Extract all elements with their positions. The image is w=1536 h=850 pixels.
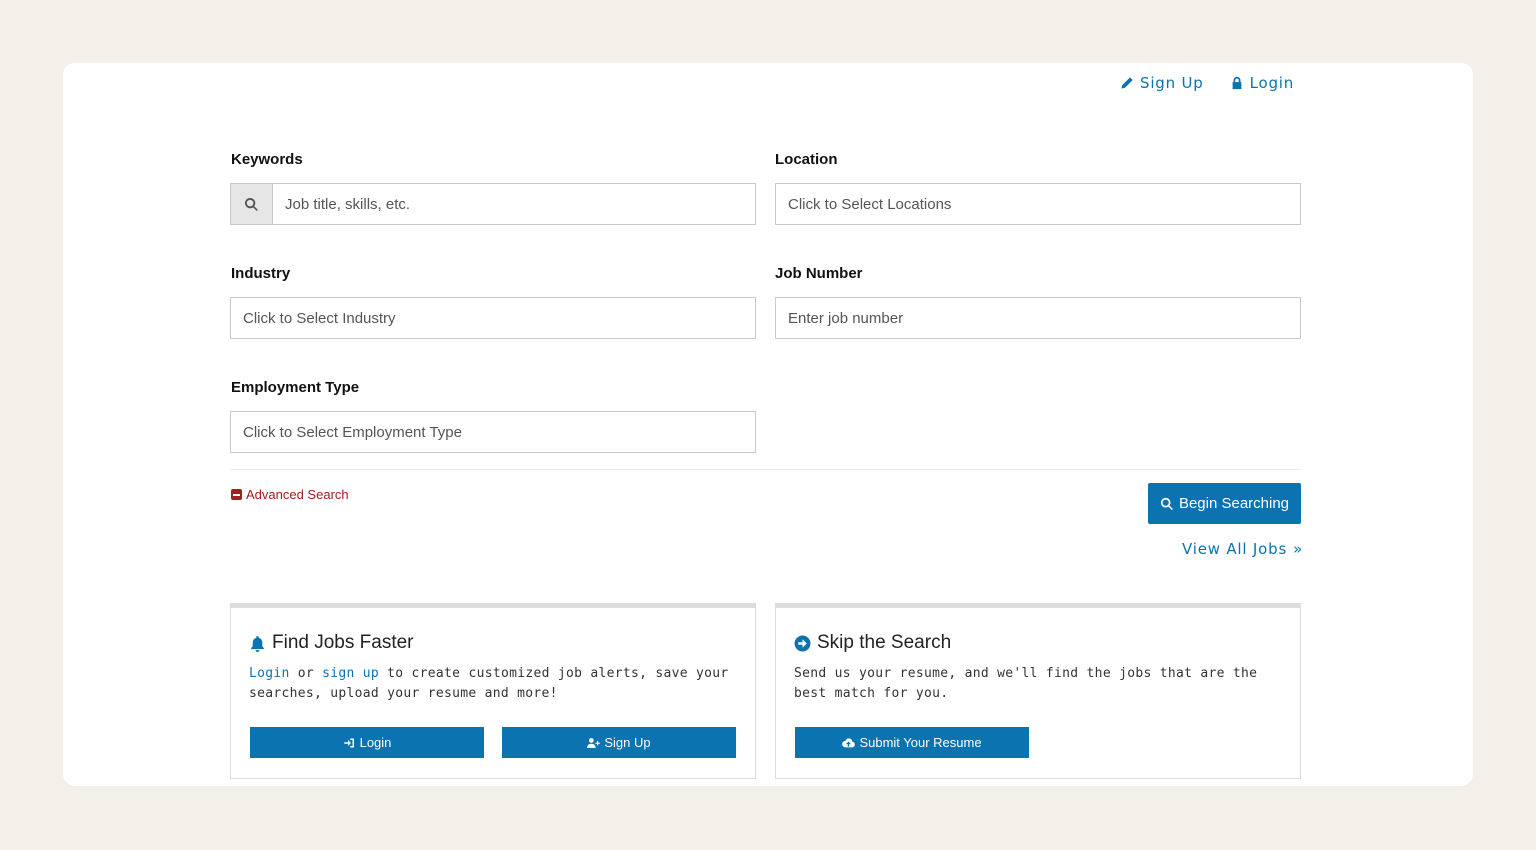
login-link[interactable]: Login bbox=[1230, 74, 1294, 92]
job-number-label: Job Number bbox=[775, 265, 863, 282]
advanced-search-label: Advanced Search bbox=[246, 487, 349, 502]
employment-type-placeholder: Click to Select Employment Type bbox=[243, 423, 462, 441]
job-number-placeholder: Enter job number bbox=[788, 309, 904, 327]
login-link-label: Login bbox=[1249, 74, 1295, 92]
minus-square-icon bbox=[231, 489, 242, 500]
panel-signup-button[interactable]: Sign Up bbox=[502, 727, 736, 758]
panel-signup-label: Sign Up bbox=[604, 735, 651, 750]
keywords-label: Keywords bbox=[231, 151, 303, 168]
signup-link[interactable]: Sign Up bbox=[1120, 74, 1204, 92]
keywords-input[interactable]: Job title, skills, etc. bbox=[230, 183, 756, 225]
employment-type-select[interactable]: Click to Select Employment Type bbox=[230, 411, 756, 453]
find-jobs-title: Find Jobs Faster bbox=[249, 632, 414, 654]
industry-label: Industry bbox=[231, 265, 291, 282]
submit-resume-label: Submit Your Resume bbox=[859, 735, 982, 750]
find-jobs-login-link[interactable]: Login bbox=[249, 666, 290, 681]
view-all-jobs-link[interactable]: View All Jobs » bbox=[1182, 540, 1303, 558]
find-jobs-or-text: or bbox=[289, 666, 323, 681]
submit-resume-button[interactable]: Submit Your Resume bbox=[795, 727, 1029, 758]
keywords-placeholder: Job title, skills, etc. bbox=[285, 195, 411, 213]
location-label: Location bbox=[775, 151, 838, 168]
find-jobs-title-text: Find Jobs Faster bbox=[272, 632, 414, 653]
view-all-jobs-label: View All Jobs bbox=[1182, 540, 1288, 558]
sign-in-icon bbox=[343, 738, 354, 747]
bell-icon bbox=[251, 635, 264, 652]
industry-placeholder: Click to Select Industry bbox=[243, 309, 396, 327]
begin-searching-button[interactable]: Begin Searching bbox=[1148, 483, 1301, 524]
keywords-search-addon bbox=[231, 184, 273, 224]
panel-login-button[interactable]: Login bbox=[250, 727, 484, 758]
skip-search-panel: Skip the Search Send us your resume, and… bbox=[775, 603, 1301, 779]
cloud-upload-icon bbox=[842, 737, 856, 747]
arrow-circle-right-icon bbox=[794, 635, 811, 651]
double-chevron-right-icon: » bbox=[1293, 540, 1304, 558]
top-nav: Sign Up Login bbox=[1120, 74, 1294, 92]
skip-search-title: Skip the Search bbox=[794, 632, 951, 654]
skip-search-text: Send us your resume, and we'll find the … bbox=[794, 666, 1258, 701]
user-plus-icon bbox=[587, 737, 601, 748]
find-jobs-signup-link[interactable]: sign up bbox=[322, 666, 379, 681]
begin-searching-label: Begin Searching bbox=[1178, 495, 1290, 512]
skip-search-title-text: Skip the Search bbox=[817, 632, 952, 653]
location-select[interactable]: Click to Select Locations bbox=[775, 183, 1301, 225]
panel-login-label: Login bbox=[359, 735, 392, 750]
search-icon bbox=[244, 197, 258, 211]
signup-link-label: Sign Up bbox=[1140, 74, 1204, 92]
find-jobs-text: Login or sign up to create customized jo… bbox=[249, 664, 729, 704]
location-placeholder: Click to Select Locations bbox=[788, 195, 952, 213]
form-divider bbox=[230, 469, 1301, 470]
pencil-icon bbox=[1121, 77, 1133, 89]
industry-select[interactable]: Click to Select Industry bbox=[230, 297, 756, 339]
lock-icon bbox=[1232, 76, 1241, 90]
advanced-search-toggle[interactable]: Advanced Search bbox=[231, 487, 349, 502]
search-icon bbox=[1160, 497, 1173, 510]
employment-type-label: Employment Type bbox=[231, 379, 360, 396]
find-jobs-panel: Find Jobs Faster Login or sign up to cre… bbox=[230, 603, 756, 779]
job-number-input[interactable]: Enter job number bbox=[775, 297, 1301, 339]
